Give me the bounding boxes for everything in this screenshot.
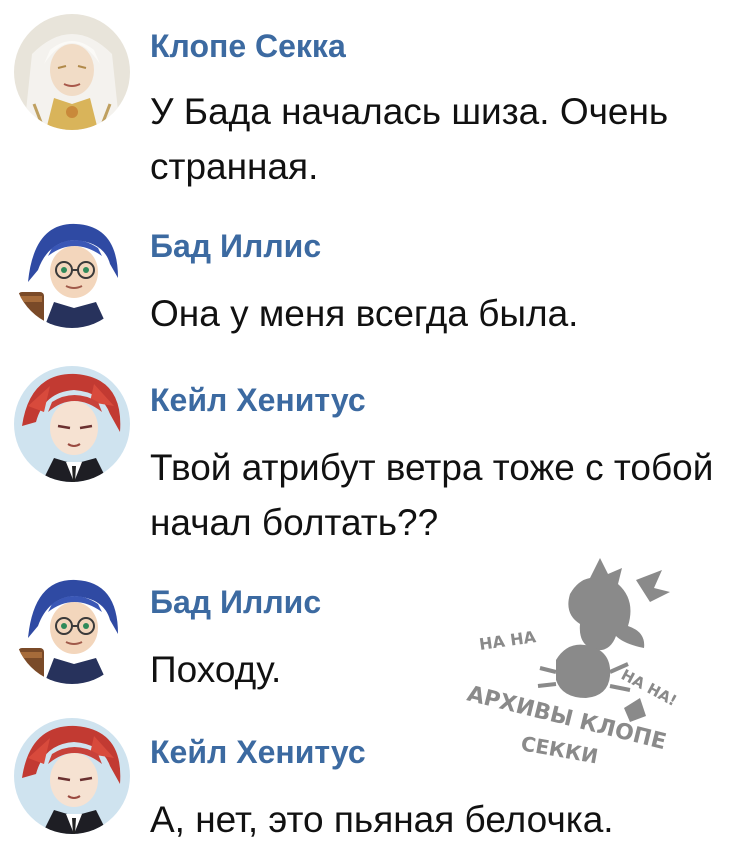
author-name[interactable]: Бад Иллис xyxy=(150,226,321,266)
message-text: Походу. xyxy=(150,649,282,690)
message-text: Она у меня всегда была. xyxy=(150,293,579,334)
chat-log: Клопе Секка У Бада началась шиза. Очень … xyxy=(0,0,736,862)
avatar-cale[interactable] xyxy=(14,366,130,482)
message-text: А, нет, это пьяная белочка. xyxy=(150,799,614,840)
avatar-klope[interactable] xyxy=(14,14,130,130)
author-name[interactable]: Клопе Секка xyxy=(150,26,346,66)
author-name[interactable]: Кейл Хенитус xyxy=(150,732,366,772)
author-name[interactable]: Кейл Хенитус xyxy=(150,380,366,420)
avatar-bad[interactable] xyxy=(14,568,130,684)
avatar-image xyxy=(14,366,130,482)
message-text: Твой атрибут ветра тоже с тобой начал бо… xyxy=(150,447,714,543)
avatar-image xyxy=(14,718,130,834)
avatar-image xyxy=(14,568,130,684)
watermark-line2: СЕККИ xyxy=(519,731,600,768)
author-name[interactable]: Бад Иллис xyxy=(150,582,321,622)
avatar-cale[interactable] xyxy=(14,718,130,834)
message-text: У Бада началась шиза. Очень странная. xyxy=(150,91,669,187)
avatar-bad[interactable] xyxy=(14,212,130,328)
avatar-image xyxy=(14,14,130,130)
avatar-image xyxy=(14,212,130,328)
